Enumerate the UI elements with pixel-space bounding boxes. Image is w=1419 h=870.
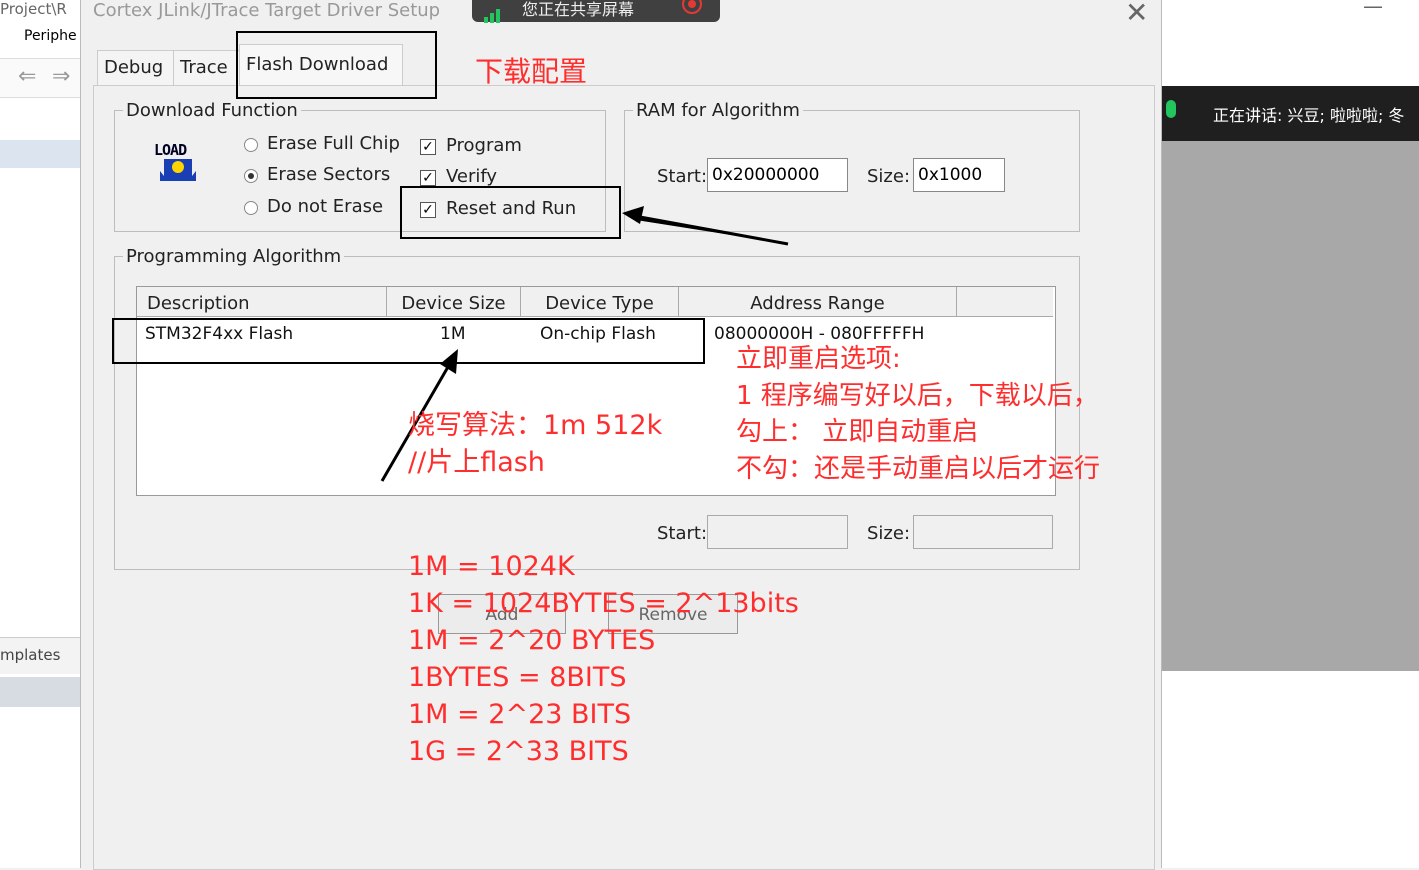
- annotation-size-2: 1K = 1024BYTES = 2^13bits: [408, 588, 799, 619]
- annotation-reset-title: 立即重启选项:: [736, 344, 901, 374]
- annotation-algorithm-line1: 烧写算法：1m 512k: [408, 410, 663, 441]
- annotation-arrows: [380, 206, 789, 482]
- annotation-size-5: 1M = 2^23 BITS: [408, 699, 632, 730]
- annotation-algorithm-line2: //片上flash: [408, 447, 545, 478]
- annotation-size-6: 1G = 2^33 BITS: [408, 736, 629, 767]
- annotation-download-config: 下载配置: [475, 55, 588, 88]
- annotation-size-3: 1M = 2^20 BYTES: [408, 625, 656, 656]
- annotation-size-1: 1M = 1024K: [408, 551, 575, 582]
- annotation-reset-line3: 不勾：还是手动重启以后才运行: [736, 454, 1101, 484]
- annotation-reset-line1: 1 程序编写好以后，下载以后，: [736, 381, 1099, 411]
- annotation-reset-line2: 勾上： 立即自动重启: [736, 417, 979, 447]
- annotation-size-4: 1BYTES = 8BITS: [408, 662, 627, 693]
